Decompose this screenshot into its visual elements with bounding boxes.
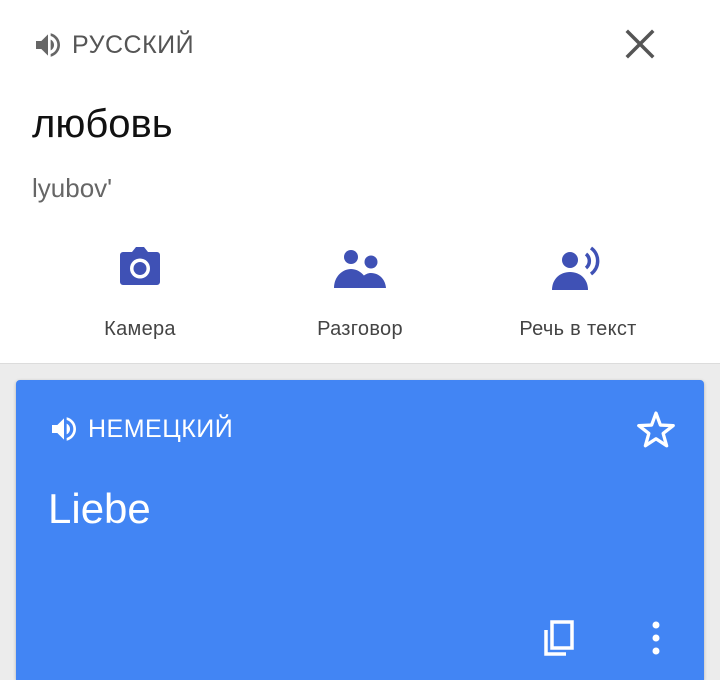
transliteration: lyubov' [32, 173, 113, 203]
speech-to-text-label: Речь в текст [519, 318, 637, 340]
conversation-button[interactable]: Разговор [260, 240, 460, 350]
translation-card: НЕМЕЦКИЙ Liebe [16, 380, 704, 680]
copy-icon[interactable] [536, 616, 580, 660]
target-language-label: НЕМЕЦКИЙ [88, 414, 234, 443]
source-language-label: РУССКИЙ [72, 30, 195, 59]
camera-label: Камера [104, 318, 176, 340]
speaker-icon[interactable] [48, 413, 80, 445]
speaker-icon[interactable] [32, 29, 64, 61]
star-icon[interactable] [634, 408, 678, 452]
target-language-row[interactable]: НЕМЕЦКИЙ [48, 412, 233, 446]
speech-to-text-button[interactable]: Речь в текст [478, 240, 678, 350]
conversation-label: Разговор [317, 318, 403, 340]
source-panel: РУССКИЙ любовь lyubov' Камера Разговор Р… [0, 0, 720, 364]
more-options-icon[interactable] [636, 616, 676, 660]
speech-to-text-icon [552, 246, 600, 290]
source-text: любовь [32, 102, 173, 146]
camera-button[interactable]: Камера [40, 240, 240, 350]
close-icon[interactable] [620, 24, 660, 64]
translation-text: Liebe [48, 485, 151, 532]
conversation-icon [334, 250, 386, 288]
camera-icon [120, 247, 160, 285]
source-language-row[interactable]: РУССКИЙ [32, 28, 194, 62]
